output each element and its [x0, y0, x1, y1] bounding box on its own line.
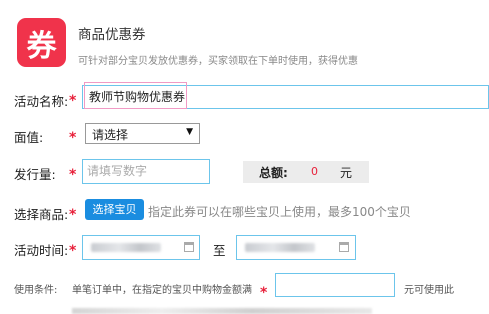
required-mark: *	[69, 207, 77, 223]
total-label: 总额:	[259, 166, 288, 180]
face-value-label: 面值:	[14, 130, 44, 145]
end-date-input[interactable]	[236, 235, 356, 260]
truncated-text	[72, 308, 372, 314]
total-value: 0	[311, 165, 318, 178]
quantity-placeholder: 请填写数字	[87, 164, 148, 178]
focus-highlight	[84, 82, 187, 109]
chevron-down-icon: ▼	[186, 127, 193, 137]
total-amount-box: 总额: 0 元	[243, 161, 369, 183]
activity-time-label: 活动时间:	[14, 243, 69, 258]
date-separator: 至	[213, 243, 226, 258]
required-mark: *	[260, 285, 268, 301]
total-unit: 元	[340, 166, 353, 180]
quantity-input[interactable]: 请填写数字	[82, 159, 210, 184]
activity-name-label: 活动名称:	[14, 94, 69, 109]
calendar-icon[interactable]	[339, 242, 349, 252]
required-mark: *	[69, 93, 77, 109]
required-mark: *	[69, 167, 77, 183]
products-label: 选择商品:	[14, 207, 69, 222]
condition-label: 使用条件:	[14, 285, 58, 296]
coupon-logo-icon: 券	[17, 18, 66, 67]
min-amount-input[interactable]	[275, 273, 395, 297]
face-value-selected: 请选择	[92, 128, 129, 142]
required-mark: *	[69, 243, 77, 259]
end-date-value	[245, 243, 315, 252]
start-date-value	[91, 243, 161, 252]
page-subtitle: 可针对部分宝贝发放优惠券，买家领取在下单时使用，获得优惠	[78, 56, 358, 67]
condition-suffix: 元可使用此	[404, 285, 454, 296]
required-mark: *	[69, 130, 77, 146]
start-date-input[interactable]	[82, 235, 200, 260]
face-value-select[interactable]: 请选择 ▼	[85, 123, 200, 144]
quantity-label: 发行量:	[14, 167, 56, 182]
condition-prefix: 单笔订单中，在指定的宝贝中购物金额满	[72, 285, 252, 296]
activity-name-input[interactable]: 教师节购物优惠券	[82, 82, 489, 109]
select-products-button[interactable]: 选择宝贝	[85, 199, 144, 220]
page-title: 商品优惠券	[78, 27, 146, 43]
products-hint: 指定此券可以在哪些宝贝上使用，最多100个宝贝	[148, 205, 411, 219]
calendar-icon[interactable]	[184, 242, 194, 252]
